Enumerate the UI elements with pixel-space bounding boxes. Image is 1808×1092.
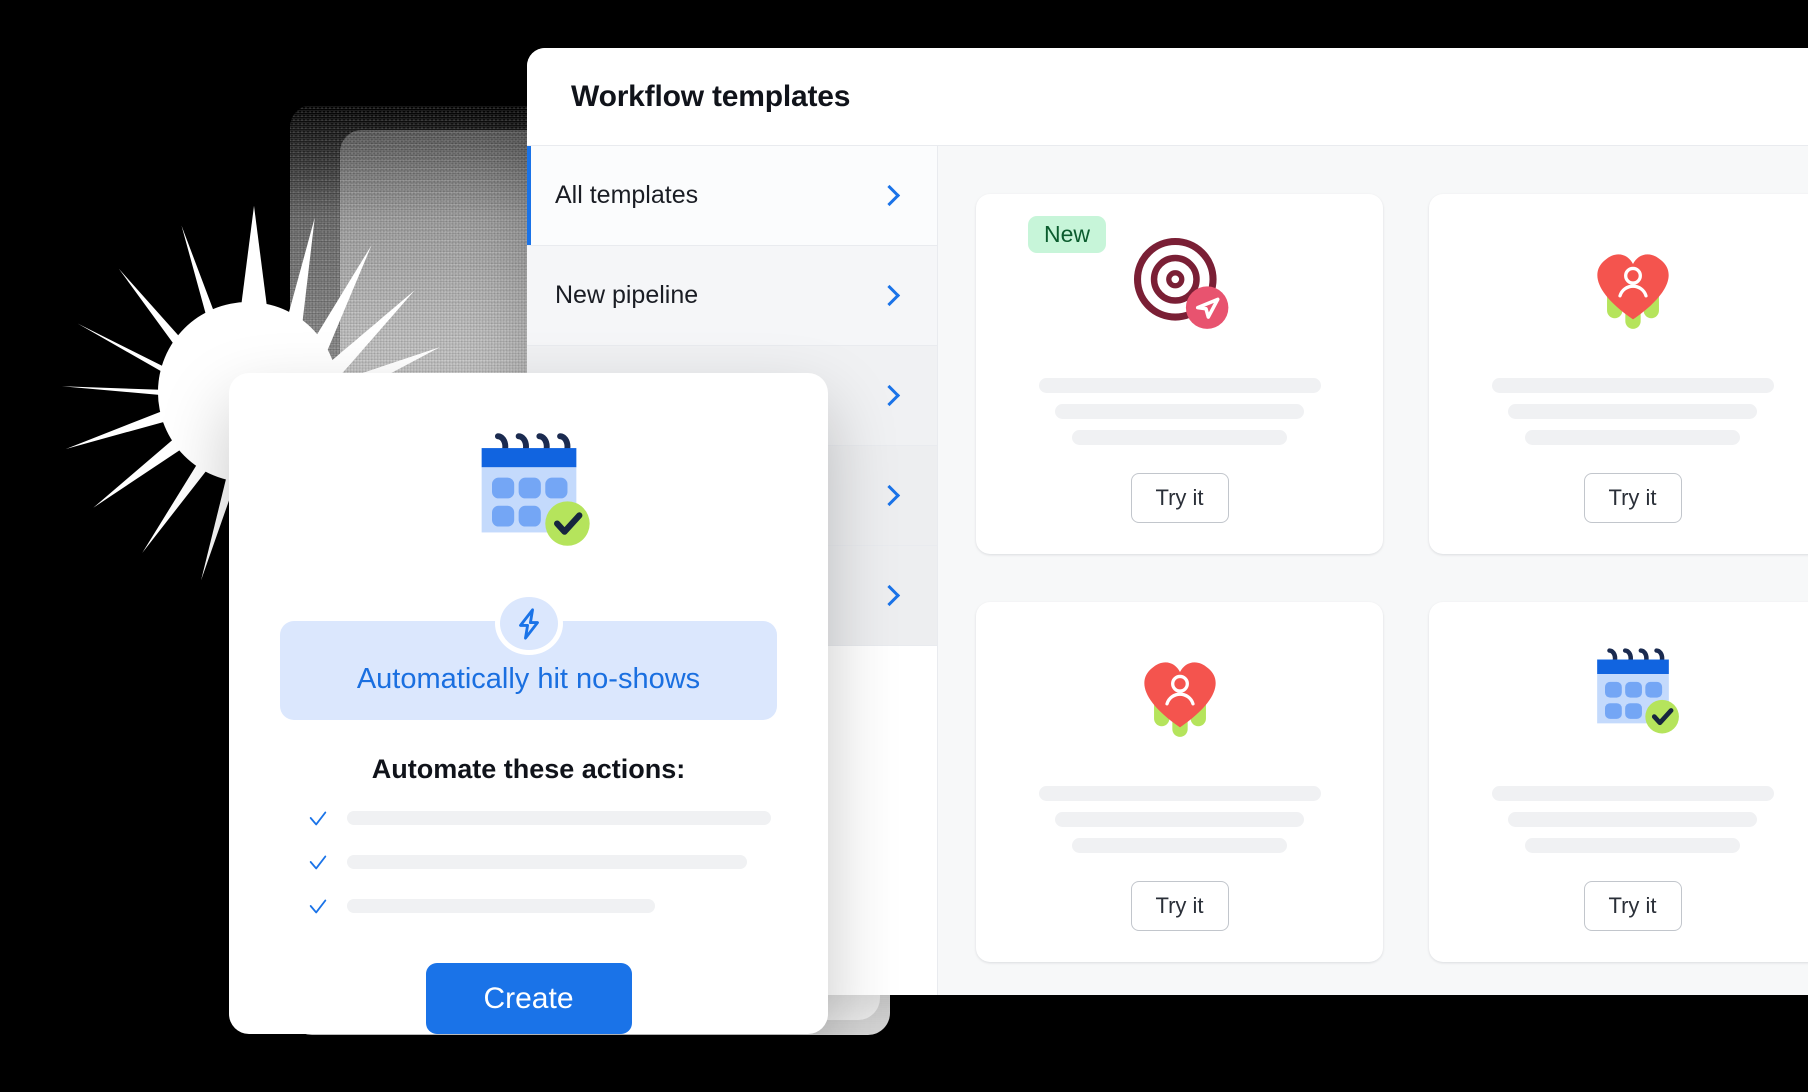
sidebar-item-label: All templates (555, 181, 699, 209)
skeleton-line (347, 855, 747, 870)
list-item (307, 807, 828, 829)
skeleton-lines (976, 786, 1383, 853)
automation-checklist (229, 807, 828, 917)
window-header: Workflow templates (527, 48, 1808, 146)
try-it-button[interactable]: Try it (1130, 881, 1229, 931)
create-button[interactable]: Create (425, 963, 632, 1034)
skeleton-line (1508, 812, 1757, 827)
template-illustration (1429, 194, 1808, 374)
section-heading: Automate these actions: (371, 754, 686, 785)
template-card[interactable]: Try it (976, 602, 1383, 962)
calendar-check-icon (481, 433, 590, 546)
screenshot-stage: Workflow templates All templates New pip… (0, 0, 1808, 1092)
skeleton-line (1038, 378, 1321, 393)
sidebar-item-all-templates[interactable]: All templates (527, 146, 937, 246)
skeleton-line (1072, 430, 1287, 445)
skeleton-line (1055, 404, 1304, 419)
check-icon (309, 811, 327, 826)
template-card[interactable]: New Try it (976, 194, 1383, 554)
heart-person-icon (1143, 662, 1216, 737)
sidebar-item-new-pipeline[interactable]: New pipeline (527, 246, 937, 346)
skeleton-lines (976, 378, 1383, 445)
sidebar-item-label: New pipeline (555, 281, 699, 309)
skeleton-lines (1429, 786, 1808, 853)
try-it-button[interactable]: Try it (1583, 473, 1682, 523)
skeleton-lines (1429, 378, 1808, 445)
skeleton-line (1072, 838, 1287, 853)
automation-popup-card: Automatically hit no-shows Automate thes… (229, 373, 828, 1034)
status-badge: New (1028, 216, 1107, 253)
chevron-right-icon (878, 284, 901, 307)
templates-grid-area: New Try it Try it Try it Try it (938, 146, 1808, 995)
try-it-button[interactable]: Try it (1583, 881, 1682, 931)
skeleton-line (1491, 786, 1774, 801)
lightning-bolt-icon (518, 608, 539, 640)
template-illustration (976, 602, 1383, 782)
template-card[interactable]: Try it (1429, 602, 1808, 962)
skeleton-line (1508, 404, 1757, 419)
lightning-badge (494, 592, 563, 656)
skeleton-line (1055, 812, 1304, 827)
heart-person-icon (1596, 254, 1669, 329)
calendar-check-icon (1596, 648, 1679, 734)
target-send-icon (1133, 237, 1228, 329)
skeleton-line (347, 811, 771, 826)
popup-illustration (455, 417, 603, 570)
list-item (307, 851, 828, 873)
skeleton-line (1525, 430, 1740, 445)
try-it-button[interactable]: Try it (1130, 473, 1229, 523)
template-card[interactable]: Try it (1429, 194, 1808, 554)
skeleton-line (1525, 838, 1740, 853)
chevron-right-icon (878, 384, 901, 407)
check-icon (309, 899, 327, 914)
page-title: Workflow templates (571, 79, 851, 113)
check-icon (309, 855, 327, 870)
template-illustration (1429, 602, 1808, 782)
chevron-right-icon (878, 184, 901, 207)
automation-pill-label: Automatically hit no-shows (356, 663, 701, 696)
chevron-right-icon (878, 484, 901, 507)
list-item (307, 895, 828, 917)
skeleton-line (1491, 378, 1774, 393)
skeleton-line (347, 899, 655, 914)
skeleton-line (1038, 786, 1321, 801)
chevron-right-icon (878, 584, 901, 607)
templates-grid: New Try it Try it Try it Try it (976, 194, 1808, 962)
